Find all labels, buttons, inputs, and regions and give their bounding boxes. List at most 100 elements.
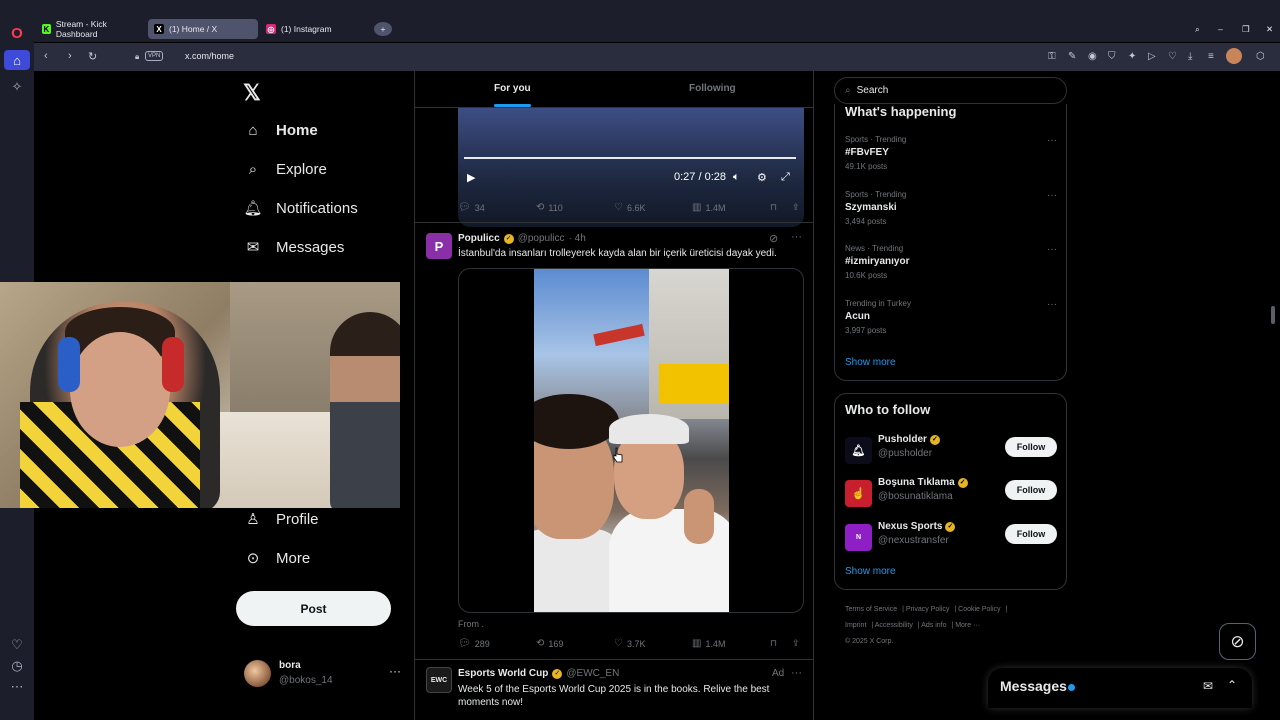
more-dots-icon[interactable]: ··· <box>1047 190 1057 201</box>
privacy-link[interactable]: Privacy Policy <box>906 606 950 613</box>
tweet-time[interactable]: · 4h <box>569 233 586 244</box>
messages-drawer[interactable]: Messages ✉ ⌃ <box>988 668 1252 708</box>
imprint-link[interactable]: Imprint <box>845 622 866 629</box>
more-dots-icon[interactable]: ⋯ <box>8 678 26 696</box>
minimize-icon[interactable]: – <box>1212 19 1229 39</box>
ads-info-link[interactable]: Ads info <box>921 622 946 629</box>
show-more-link[interactable]: Show more <box>845 566 896 577</box>
menu-icon[interactable]: ≡ <box>1208 51 1214 62</box>
profile-avatar[interactable] <box>1226 48 1242 64</box>
author-handle[interactable]: @populicc <box>518 233 565 244</box>
back-icon[interactable]: ‹ <box>44 50 48 62</box>
download-icon[interactable]: ⤓ <box>1188 51 1192 62</box>
easy-setup-icon[interactable]: ⬡ <box>1256 51 1265 62</box>
avatar[interactable]: EWC <box>426 667 452 693</box>
reply-button[interactable]: 💬︎ 289 <box>458 638 490 649</box>
tab-kick[interactable]: K Stream - Kick Dashboard <box>36 19 146 39</box>
new-message-icon[interactable]: ✉ <box>1203 679 1213 693</box>
bookmark-icon[interactable]: ⊓ <box>770 202 777 213</box>
tweet-video[interactable] <box>458 268 804 613</box>
search-tabs-icon[interactable]: ⌕ <box>1189 19 1206 39</box>
edit-icon[interactable]: ✎ <box>1068 51 1076 62</box>
tab-x-home[interactable]: X (1) Home / X <box>148 19 258 39</box>
show-more-link[interactable]: Show more <box>845 357 896 368</box>
play-icon[interactable]: ▷ <box>1148 51 1156 62</box>
url-field[interactable]: x.com/home <box>185 51 234 61</box>
from-attribution[interactable]: From . <box>458 619 484 629</box>
follow-suggestion[interactable]: 🔔︎ Pusholder ✓ @pusholder Follow <box>845 432 1057 466</box>
share-icon[interactable]: ⇪ <box>792 202 800 213</box>
views-button[interactable]: ▥ 1.4M <box>692 638 725 649</box>
pin-icon[interactable]: ✧ <box>8 78 26 96</box>
nav-notifications[interactable]: 🔔︎ Notifications <box>243 199 357 218</box>
author-name[interactable]: Populicc <box>458 233 500 244</box>
fullscreen-icon[interactable]: ⤢ <box>781 171 790 184</box>
author-handle[interactable]: @EWC_EN <box>566 668 619 679</box>
opera-logo-icon[interactable]: O <box>8 24 26 42</box>
grok-button[interactable]: ⊘ <box>1219 623 1256 660</box>
volume-icon[interactable]: 🔈︎ <box>733 171 740 184</box>
nav-messages[interactable]: ✉ Messages <box>244 238 345 257</box>
post-button[interactable]: Post <box>236 591 391 626</box>
more-dots-icon[interactable]: ··· <box>791 231 802 243</box>
follow-suggestion[interactable]: N Nexus Sports ✓ @nexustransfer Follow <box>845 519 1057 553</box>
tab-for-you[interactable]: For you <box>494 83 531 94</box>
account-switcher[interactable]: bora @bokos_14 ··· <box>244 658 404 692</box>
bookmark-icon[interactable]: ⊓ <box>770 638 777 649</box>
share-icon[interactable]: ⇪ <box>792 638 800 649</box>
cookie-link[interactable]: Cookie Policy <box>958 606 1000 613</box>
vpn-badge[interactable]: VPN <box>145 51 164 61</box>
more-dots-icon[interactable]: ··· <box>1047 135 1057 146</box>
trend-item[interactable]: Sports · Trending #FBvFEY 49.1K posts ··… <box>845 135 1057 181</box>
key-icon[interactable]: ⚿ <box>1048 51 1056 62</box>
home-shortcut-icon[interactable]: ⌂ <box>4 50 30 70</box>
new-tab-button[interactable]: + <box>374 22 392 36</box>
follow-suggestion[interactable]: ☝ Boşuna Tıklama ✓ @bosunatiklama Follow <box>845 475 1057 509</box>
author-name[interactable]: Esports World Cup <box>458 668 548 679</box>
page-scrollbar[interactable] <box>1271 306 1275 324</box>
chevron-up-icon[interactable]: ⌃ <box>1227 678 1237 692</box>
like-button[interactable]: ♡ 3.7K <box>614 638 645 649</box>
x-logo[interactable]: 𝕏 <box>243 80 261 106</box>
history-icon[interactable]: ◷ <box>8 657 26 675</box>
heart-icon[interactable]: ♡ <box>8 636 26 654</box>
tab-instagram[interactable]: ◎ (1) Instagram <box>260 19 370 39</box>
like-button[interactable]: ♡ 6.6K <box>614 202 645 213</box>
reload-icon[interactable]: ↻ <box>88 50 97 63</box>
more-dots-icon[interactable]: ··· <box>1047 244 1057 255</box>
avatar[interactable]: P <box>426 233 452 259</box>
nav-profile[interactable]: ♙ Profile <box>244 510 318 529</box>
close-window-icon[interactable]: ✕ <box>1260 19 1279 39</box>
trend-item[interactable]: News · Trending #izmiryanıyor 10.6K post… <box>845 244 1057 290</box>
more-dots-icon[interactable]: ··· <box>791 667 802 679</box>
more-dots-icon[interactable]: ··· <box>1047 299 1057 310</box>
play-icon[interactable]: ▶ <box>467 171 475 184</box>
video-progress-bar[interactable] <box>464 157 796 159</box>
tab-following[interactable]: Following <box>689 83 736 94</box>
forward-icon[interactable]: › <box>68 50 72 62</box>
more-link[interactable]: More ··· <box>955 622 980 629</box>
repost-button[interactable]: ⟲ 110 <box>536 202 563 213</box>
shield-icon[interactable]: ⛉ <box>1108 51 1116 62</box>
camera-icon[interactable]: ◉ <box>1088 51 1097 62</box>
follow-button[interactable]: Follow <box>1005 437 1057 457</box>
accessibility-link[interactable]: Accessibility <box>875 622 913 629</box>
settings-icon[interactable]: ⚙ <box>757 171 767 184</box>
nav-home[interactable]: ⌂ Home <box>244 121 317 139</box>
nav-more[interactable]: ⊙ More <box>244 549 310 568</box>
terms-link[interactable]: Terms of Service <box>845 606 897 613</box>
search-input[interactable]: ⌕ Search <box>834 77 1067 104</box>
follow-button[interactable]: Follow <box>1005 480 1057 500</box>
follow-button[interactable]: Follow <box>1005 524 1057 544</box>
extension-icon[interactable]: ✦ <box>1128 51 1136 62</box>
nav-explore[interactable]: ⌕ Explore <box>244 160 327 178</box>
bookmark-heart-icon[interactable]: ♡ <box>1168 51 1177 62</box>
repost-button[interactable]: ⟲ 169 <box>536 638 563 649</box>
trend-item[interactable]: Trending in Turkey Acun 3,997 posts ··· <box>845 299 1057 345</box>
grok-icon[interactable]: ⊘ <box>769 232 778 245</box>
trend-title: #FBvFEY <box>845 147 889 158</box>
trend-item[interactable]: Sports · Trending Szymanski 3,494 posts … <box>845 190 1057 236</box>
views-button[interactable]: ▥ 1.4M <box>692 202 725 213</box>
restore-icon[interactable]: ❐ <box>1236 19 1256 39</box>
reply-button[interactable]: 💬︎ 34 <box>458 202 485 213</box>
